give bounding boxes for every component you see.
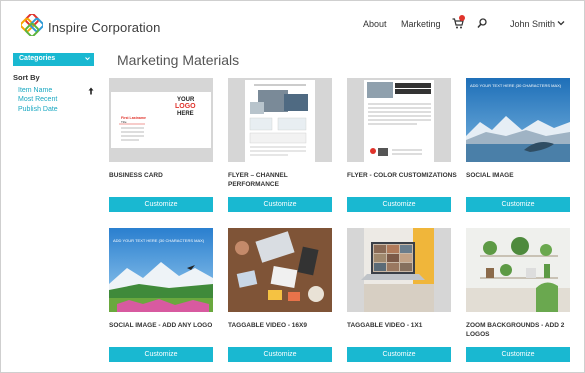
customize-button[interactable]: Customize [466, 197, 570, 212]
card-title: TAGGABLE VIDEO - 16X9 [228, 322, 307, 329]
nav-marketing-link[interactable]: Marketing [401, 19, 441, 29]
card-title: SOCIAL IMAGE [466, 172, 514, 179]
logo-placeholder-here: HERE [177, 111, 194, 117]
sort-item-name[interactable]: Item Name [18, 87, 52, 94]
card-thumbnail[interactable]: ADD YOUR TEXT HERE (30 CHARACTERS MAX) [109, 228, 213, 312]
logo-icon[interactable] [21, 14, 43, 36]
card-thumbnail[interactable] [228, 78, 332, 162]
categories-label: Categories [19, 55, 56, 62]
customize-button[interactable]: Customize [347, 347, 451, 362]
page-title: Marketing Materials [117, 52, 240, 68]
card-title: BUSINESS CARD [109, 172, 163, 179]
cart-badge [459, 15, 465, 21]
card-title: ZOOM BACKGROUNDS - ADD 2 LOGOS [466, 322, 565, 338]
sort-publish-date[interactable]: Publish Date [18, 106, 58, 113]
card-title: SOCIAL IMAGE - ADD ANY LOGO [109, 322, 213, 329]
social-image-overlay-text: ADD YOUR TEXT HERE (30 CHARACTERS MAX) [470, 83, 562, 88]
card-thumbnail[interactable]: YOUR LOGO HERE First Lastname Title [109, 78, 213, 162]
user-menu[interactable]: John Smith [510, 19, 555, 29]
search-icon[interactable] [477, 18, 487, 29]
card-thumbnail[interactable] [347, 78, 451, 162]
customize-button[interactable]: Customize [466, 347, 570, 362]
card-person-title: Title [121, 120, 127, 124]
card-thumbnail[interactable]: ADD YOUR TEXT HERE (30 CHARACTERS MAX) [466, 78, 570, 162]
card-thumbnail[interactable] [347, 228, 451, 312]
logo-placeholder-logo: LOGO [175, 103, 196, 110]
chevron-down-icon[interactable] [557, 19, 565, 27]
brand-name[interactable]: Inspire Corporation [48, 20, 160, 35]
nav-about-link[interactable]: About [363, 19, 387, 29]
sort-arrow-icon[interactable] [88, 87, 94, 95]
card-title: FLYER - COLOR CUSTOMIZATIONS [347, 172, 457, 179]
categories-dropdown[interactable]: Categories [13, 53, 94, 66]
sort-by-heading: Sort By [13, 73, 40, 82]
header: Inspire Corporation About Marketing John… [1, 1, 585, 45]
social-image-overlay-text: ADD YOUR TEXT HERE (30 CHARACTERS MAX) [113, 238, 205, 243]
customize-button[interactable]: Customize [228, 197, 332, 212]
customize-button[interactable]: Customize [347, 197, 451, 212]
customize-button[interactable]: Customize [228, 347, 332, 362]
card-title: TAGGABLE VIDEO - 1X1 [347, 322, 423, 329]
sort-most-recent[interactable]: Most Recent [18, 96, 57, 103]
card-title: FLYER – CHANNEL PERFORMANCE [228, 172, 288, 188]
card-thumbnail[interactable] [466, 228, 570, 312]
card-thumbnail[interactable] [228, 228, 332, 312]
customize-button[interactable]: Customize [109, 197, 213, 212]
customize-button[interactable]: Customize [109, 347, 213, 362]
chevron-down-icon [85, 57, 90, 61]
